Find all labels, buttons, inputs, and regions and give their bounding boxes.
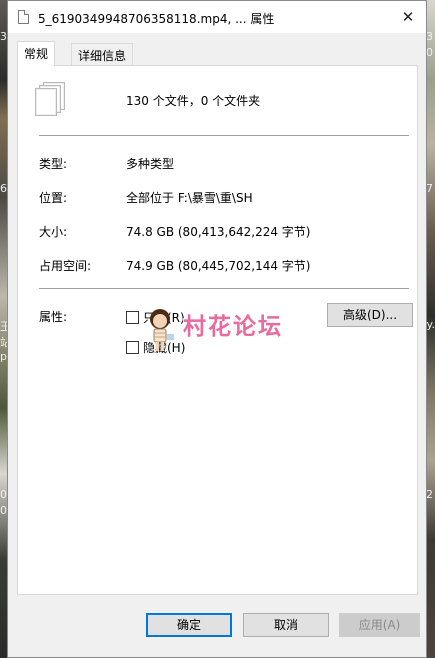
background-text: 0 — [426, 46, 433, 59]
selection-summary: 130 个文件，0 个文件夹 — [126, 94, 261, 108]
watermark-figure-icon — [150, 309, 174, 351]
location-value: 全部位于 F:\暴雪\重\SH — [126, 191, 253, 205]
tab-general[interactable]: 常规 — [17, 41, 56, 66]
window-title: 5_6190349948706358118.mp4, ... 属性 — [38, 12, 275, 26]
close-button[interactable]: ✕ — [398, 7, 418, 27]
file-icon — [18, 10, 29, 24]
divider — [39, 135, 409, 136]
background-text: 2 — [426, 488, 433, 501]
multiple-files-icon — [35, 82, 67, 118]
tab-details[interactable]: 详细信息 — [71, 43, 134, 65]
divider — [39, 288, 409, 289]
properties-dialog: 5_6190349948706358118.mp4, ... 属性 ✕ 常规 详… — [7, 0, 427, 658]
size-on-disk-value: 74.9 GB (80,445,702,144 字节) — [126, 259, 311, 273]
size-label: 大小: — [39, 225, 68, 239]
watermark-text: 村花论坛 — [183, 314, 283, 340]
background-text: p — [0, 350, 7, 363]
checkbox-box[interactable] — [126, 310, 139, 324]
type-label: 类型: — [39, 157, 68, 171]
checkbox-box[interactable] — [126, 340, 139, 354]
background-text: 6 — [0, 182, 7, 195]
type-value: 多种类型 — [126, 157, 175, 171]
apply-button[interactable]: 应用(A) — [339, 613, 420, 637]
background-text: 3 — [426, 30, 433, 43]
advanced-button[interactable]: 高级(D)... — [327, 303, 413, 327]
size-value: 74.8 GB (80,413,642,224 字节) — [126, 225, 311, 239]
ok-button[interactable]: 确定 — [146, 613, 232, 637]
title-bar[interactable]: 5_6190349948706358118.mp4, ... 属性 ✕ — [8, 1, 426, 33]
background-text: y. — [426, 318, 435, 331]
background-text: 7 — [426, 182, 433, 195]
attributes-label: 属性: — [39, 310, 68, 324]
size-on-disk-label: 占用空间: — [39, 259, 92, 273]
location-label: 位置: — [39, 191, 68, 205]
cancel-button[interactable]: 取消 — [243, 613, 329, 637]
